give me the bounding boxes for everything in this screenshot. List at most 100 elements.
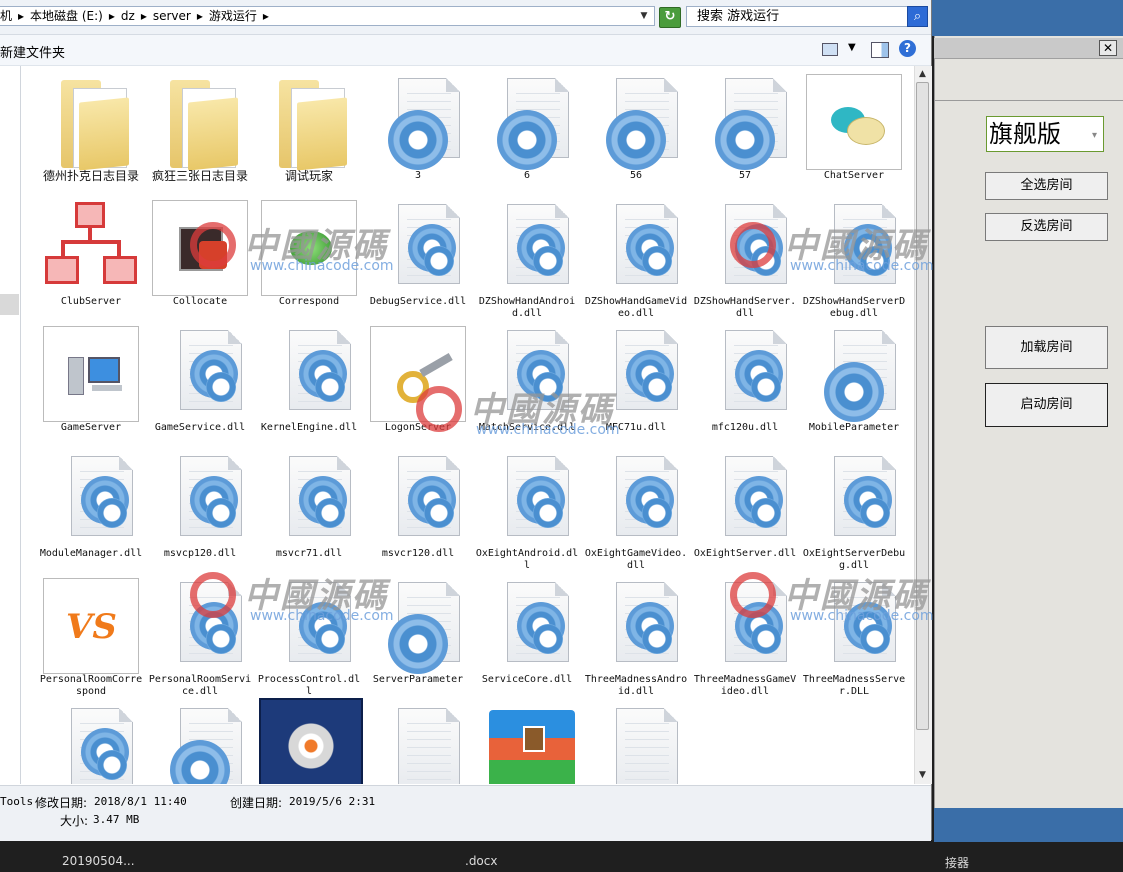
dll-file-icon bbox=[479, 578, 575, 674]
file-item[interactable]: MobileParameter bbox=[800, 318, 908, 442]
file-item[interactable] bbox=[255, 696, 363, 784]
file-item[interactable]: 56 bbox=[582, 66, 690, 190]
address-row: 机 ▸ 本地磁盘 (E:) ▸ dz ▸ server ▸ 游戏运行 ▸ ▼ ↻ 搜索 游戏运行 … bbox=[0, 0, 931, 35]
file-item[interactable]: 疯狂三张日志目录 bbox=[146, 66, 254, 190]
file-item[interactable]: ServerParameter bbox=[364, 570, 472, 694]
file-name: OxEightServer.dll bbox=[693, 548, 797, 559]
modified-label: 修改日期: bbox=[35, 796, 88, 810]
dll-file-icon bbox=[697, 200, 793, 296]
view-options-chevron-icon[interactable]: ▼ bbox=[848, 42, 856, 53]
file-item[interactable]: MFC71u.dll bbox=[582, 318, 690, 442]
file-item[interactable]: OxEightAndroid.dll bbox=[473, 444, 581, 571]
breadcrumb-separator-icon[interactable]: ▸ bbox=[197, 9, 203, 23]
file-item[interactable]: GameService.dll bbox=[146, 318, 254, 442]
scrollbar-thumb[interactable] bbox=[916, 82, 929, 730]
file-item[interactable]: 57 bbox=[691, 66, 799, 190]
file-item[interactable] bbox=[582, 696, 690, 784]
start-room-button[interactable]: 启动房间 bbox=[985, 383, 1108, 427]
breadcrumb-segment[interactable]: server bbox=[153, 9, 191, 23]
file-item[interactable]: 调试玩家 bbox=[255, 66, 363, 190]
preview-pane-icon[interactable] bbox=[871, 42, 889, 58]
navigation-pane[interactable] bbox=[0, 66, 21, 784]
file-item[interactable]: Collocate bbox=[146, 192, 254, 316]
breadcrumb[interactable]: 机 ▸ 本地磁盘 (E:) ▸ dz ▸ server ▸ 游戏运行 ▸ bbox=[0, 6, 655, 26]
breadcrumb-segment[interactable]: 机 bbox=[0, 9, 12, 23]
chevron-down-icon: ▾ bbox=[1091, 130, 1097, 141]
breadcrumb-segment[interactable]: dz bbox=[121, 9, 135, 23]
breadcrumb-segment[interactable]: 游戏运行 bbox=[209, 9, 257, 23]
taskbar-item-middle[interactable]: .docx bbox=[465, 854, 497, 868]
navigation-selected-item[interactable] bbox=[0, 294, 19, 315]
file-item[interactable] bbox=[146, 696, 254, 784]
folder-icon bbox=[152, 74, 248, 171]
file-item[interactable]: LogonServer bbox=[364, 318, 472, 442]
breadcrumb-separator-icon[interactable]: ▸ bbox=[141, 9, 147, 23]
file-item[interactable]: OxEightServerDebug.dll bbox=[800, 444, 908, 571]
file-item[interactable]: ChatServer bbox=[800, 66, 908, 190]
file-item[interactable] bbox=[37, 696, 145, 784]
file-item[interactable]: ThreeMadnessAndroid.dll bbox=[582, 570, 690, 697]
file-item[interactable]: ClubServer bbox=[37, 192, 145, 316]
breadcrumb-separator-icon[interactable]: ▸ bbox=[263, 9, 269, 23]
close-icon[interactable]: ✕ bbox=[1099, 40, 1117, 56]
file-name: Collocate bbox=[172, 296, 228, 307]
file-item[interactable]: ProcessControl.dll bbox=[255, 570, 363, 697]
file-item[interactable]: KernelEngine.dll bbox=[255, 318, 363, 442]
file-item[interactable]: DZShowHandGameVideo.dll bbox=[582, 192, 690, 319]
file-item[interactable]: DZShowHandServer.dll bbox=[691, 192, 799, 319]
file-name: Correspond bbox=[278, 296, 340, 307]
file-item[interactable]: DebugService.dll bbox=[364, 192, 472, 316]
file-item[interactable]: ModuleManager.dll bbox=[37, 444, 145, 568]
file-item[interactable]: ServiceCore.dll bbox=[473, 570, 581, 694]
invert-select-rooms-button[interactable]: 反选房间 bbox=[985, 213, 1108, 241]
breadcrumb-separator-icon[interactable]: ▸ bbox=[18, 9, 24, 23]
file-item[interactable]: OxEightGameVideo.dll bbox=[582, 444, 690, 571]
breadcrumb-separator-icon[interactable]: ▸ bbox=[109, 9, 115, 23]
dll-file-icon bbox=[152, 326, 248, 422]
file-item[interactable]: msvcr71.dll bbox=[255, 444, 363, 568]
address-dropdown-icon[interactable]: ▼ bbox=[637, 8, 651, 24]
computer-app-icon bbox=[43, 326, 139, 422]
new-folder-button[interactable]: 新建文件夹 bbox=[0, 42, 65, 61]
change-view-icon[interactable] bbox=[822, 43, 838, 56]
dll-file-icon bbox=[806, 200, 902, 296]
breadcrumb-segment[interactable]: 本地磁盘 (E:) bbox=[30, 9, 103, 23]
taskbar-item-right[interactable]: 接器 bbox=[945, 854, 969, 871]
file-item[interactable]: ThreeMadnessGameVideo.dll bbox=[691, 570, 799, 697]
file-item[interactable]: 3 bbox=[364, 66, 472, 190]
file-item[interactable]: msvcp120.dll bbox=[146, 444, 254, 568]
file-item[interactable]: ThreeMadnessServer.DLL bbox=[800, 570, 908, 697]
dll-file-icon bbox=[479, 452, 575, 548]
background-window-strip bbox=[934, 808, 1123, 842]
file-item[interactable]: DZShowHandServerDebug.dll bbox=[800, 192, 908, 319]
dll-file-icon bbox=[370, 200, 466, 296]
file-item[interactable]: Correspond bbox=[255, 192, 363, 316]
dll-file-icon bbox=[261, 326, 357, 422]
file-item[interactable] bbox=[364, 696, 472, 784]
file-item[interactable]: PersonalRoomService.dll bbox=[146, 570, 254, 697]
file-item[interactable]: msvcr120.dll bbox=[364, 444, 472, 568]
file-item[interactable] bbox=[473, 696, 581, 784]
file-name: 6 bbox=[523, 170, 531, 181]
network-app-icon bbox=[43, 200, 139, 296]
help-icon[interactable]: ? bbox=[899, 40, 916, 57]
search-icon[interactable]: ⌕ bbox=[907, 6, 928, 27]
file-item[interactable]: 德州扑克日志目录 bbox=[37, 66, 145, 190]
taskbar-item-left[interactable]: 20190504... bbox=[62, 854, 135, 868]
scroll-up-icon[interactable]: ▲ bbox=[914, 66, 931, 82]
config-file-icon bbox=[479, 74, 575, 170]
file-item[interactable]: OxEightServer.dll bbox=[691, 444, 799, 568]
refresh-icon[interactable]: ↻ bbox=[659, 7, 681, 28]
file-item[interactable]: 6 bbox=[473, 66, 581, 190]
select-all-rooms-button[interactable]: 全选房间 bbox=[985, 172, 1108, 200]
scroll-down-icon[interactable]: ▼ bbox=[914, 767, 931, 783]
file-item[interactable]: DZShowHandAndroid.dll bbox=[473, 192, 581, 319]
edition-select[interactable]: 旗舰版 ▾ bbox=[986, 116, 1104, 152]
file-item[interactable]: VS PersonalRoomCorrespond bbox=[37, 570, 145, 697]
file-item[interactable]: MatchService.dll bbox=[473, 318, 581, 442]
details-pane: Tools 修改日期: 2018/8/1 11:40 创建日期: 2019/5/… bbox=[0, 785, 931, 841]
file-item[interactable]: GameServer bbox=[37, 318, 145, 442]
search-input[interactable]: 搜索 游戏运行 bbox=[686, 6, 908, 27]
load-room-button[interactable]: 加载房间 bbox=[985, 326, 1108, 369]
file-item[interactable]: mfc120u.dll bbox=[691, 318, 799, 442]
